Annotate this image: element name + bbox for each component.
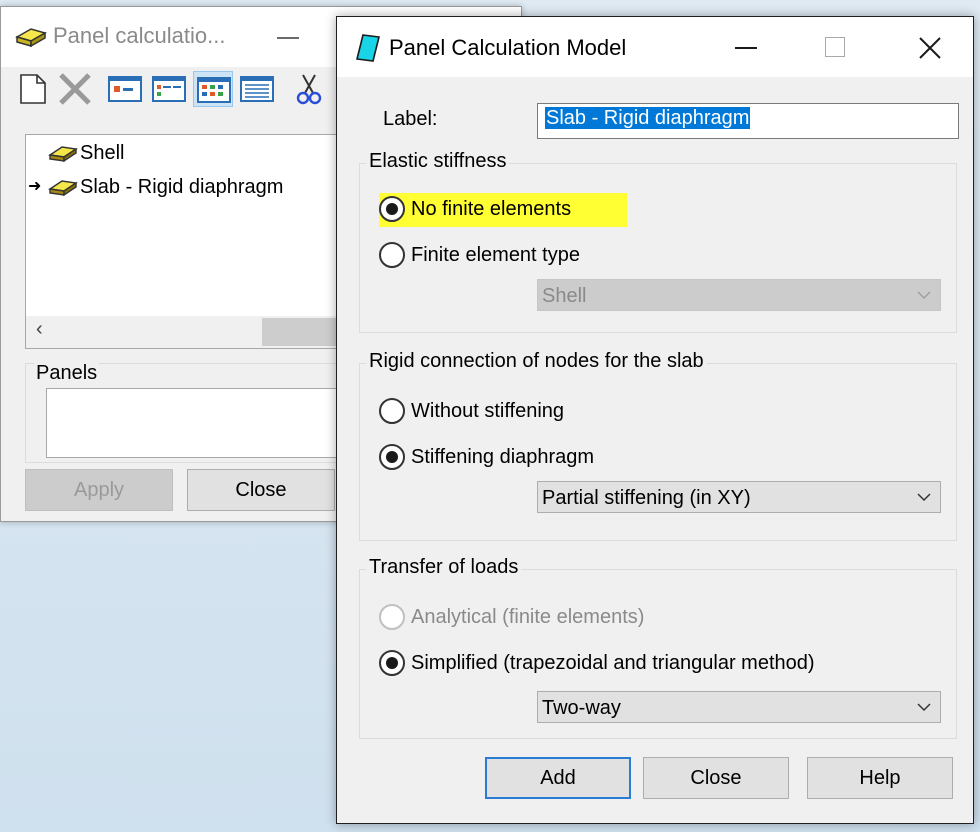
new-icon[interactable] — [13, 71, 53, 107]
view-details-icon[interactable] — [237, 71, 277, 107]
window-title: Panel calculatio... — [53, 23, 226, 48]
back-close-button[interactable]: Close — [187, 469, 335, 511]
panel-icon — [48, 146, 78, 163]
view-large-icon[interactable] — [105, 71, 145, 107]
select-value: Two-way — [542, 697, 621, 719]
select-value: Partial stiffening (in XY) — [542, 487, 751, 509]
dialog-title: Panel Calculation Model — [389, 35, 627, 60]
close-x-button[interactable] — [913, 31, 947, 65]
panel-calculation-icon — [356, 34, 380, 62]
panel-tree[interactable]: Shell ➜ Slab - Rigid diaphragm ‹ — [25, 134, 346, 349]
tree-item-label: Slab - Rigid diaphragm — [80, 176, 284, 198]
radio-label: No finite elements — [411, 198, 572, 220]
horizontal-scrollbar[interactable]: ‹ — [26, 316, 346, 348]
chevron-down-icon — [917, 291, 931, 300]
view-list-icon[interactable] — [193, 71, 233, 107]
scroll-left-icon[interactable]: ‹ — [36, 318, 43, 341]
view-small-icon[interactable] — [149, 71, 189, 107]
panels-field[interactable] — [46, 388, 346, 458]
label-caption: Label: — [383, 108, 438, 130]
panel-icon — [15, 28, 47, 48]
radio-checked-icon — [379, 444, 405, 470]
apply-button[interactable]: Apply — [25, 469, 173, 511]
radio-label: Analytical (finite elements) — [411, 606, 645, 628]
group-title: Transfer of loads — [366, 556, 522, 579]
current-arrow-icon: ➜ — [28, 178, 42, 195]
panel-icon — [48, 180, 78, 197]
cut-icon[interactable] — [289, 71, 329, 107]
group-title: Rigid connection of nodes for the slab — [366, 350, 707, 373]
radio-unchecked-icon — [379, 242, 405, 268]
radio-checked-icon — [379, 196, 405, 222]
radio-label: Simplified (trapezoidal and triangular m… — [411, 652, 815, 674]
load-distribution-select[interactable]: Two-way — [537, 691, 941, 723]
scroll-thumb[interactable] — [262, 318, 346, 346]
radio-label: Finite element type — [411, 244, 580, 266]
chevron-down-icon — [917, 493, 931, 502]
dialog-title-bar: Panel Calculation Model — [337, 17, 973, 77]
radio-label: Stiffening diaphragm — [411, 446, 595, 468]
radio-checked-icon — [379, 650, 405, 676]
panel-calculation-model-dialog: Panel Calculation Model Label: Slab - Ri… — [336, 16, 974, 824]
delete-icon[interactable] — [55, 71, 95, 107]
tree-item-label: Shell — [80, 142, 125, 164]
close-button[interactable]: Close — [643, 757, 789, 799]
stiffening-type-select[interactable]: Partial stiffening (in XY) — [537, 481, 941, 513]
add-button[interactable]: Add — [485, 757, 631, 799]
label-input-value: Slab - Rigid diaphragm — [545, 107, 751, 129]
group-title: Elastic stiffness — [366, 150, 510, 173]
radio-disabled-icon — [379, 604, 405, 630]
chevron-down-icon — [917, 703, 931, 712]
close-icon — [919, 37, 941, 59]
panels-label: Panels — [34, 362, 100, 385]
radio-label: Without stiffening — [411, 400, 565, 422]
help-button[interactable]: Help — [807, 757, 953, 799]
maximize-button[interactable] — [819, 31, 853, 65]
select-value: Shell — [542, 285, 587, 307]
finite-element-type-select[interactable]: Shell — [537, 279, 941, 311]
label-input[interactable]: Slab - Rigid diaphragm — [537, 103, 959, 139]
panels-group: Panels — [25, 362, 346, 463]
minimize-button[interactable] — [729, 31, 763, 65]
radio-unchecked-icon — [379, 398, 405, 424]
minimize-button[interactable] — [277, 37, 299, 39]
